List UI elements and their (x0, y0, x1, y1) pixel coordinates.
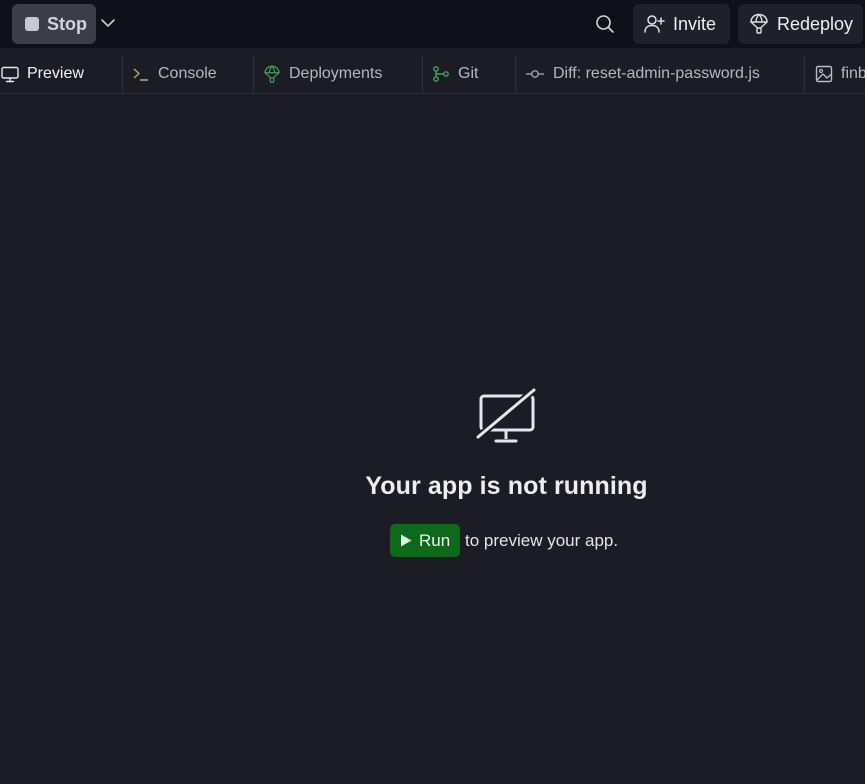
tab-label: Git (458, 65, 479, 82)
image-icon (815, 65, 833, 83)
run-button[interactable]: Run (390, 524, 460, 557)
git-branch-icon (433, 66, 449, 82)
search-icon[interactable] (594, 13, 616, 35)
stop-label: Stop (47, 13, 87, 34)
tab-label: finb (841, 65, 865, 82)
stop-square-icon (25, 17, 39, 31)
invite-label: Invite (673, 13, 717, 34)
person-add-icon (644, 15, 665, 33)
redeploy-label: Redeploy (777, 13, 854, 34)
balloon-icon (750, 13, 768, 34)
tab-deployments[interactable]: Deployments (254, 55, 423, 93)
redeploy-button[interactable]: Redeploy (738, 4, 863, 44)
tab-label: Deployments (289, 65, 383, 82)
tab-label: Preview (27, 65, 84, 82)
tab-label: Diff: reset-admin-password.js (553, 65, 760, 82)
invite-button[interactable]: Invite (633, 4, 730, 44)
tab-console[interactable]: Console (123, 55, 254, 93)
balloon-icon (264, 65, 280, 83)
monitor-off-icon (476, 388, 536, 443)
empty-state-title: Your app is not running (365, 472, 648, 500)
tab-git[interactable]: Git (423, 55, 516, 93)
monitor-icon (1, 66, 19, 82)
tab-preview[interactable]: Preview (0, 55, 123, 93)
terminal-icon (133, 68, 148, 81)
run-label: Run (419, 530, 451, 550)
tab-bar: Preview Console Deployments Git Diff: re… (0, 55, 865, 94)
play-icon (401, 534, 412, 547)
top-bar: Stop Invite Redeploy (0, 0, 865, 48)
run-hint-text: to preview your app. (465, 530, 619, 550)
run-instructions: Run to preview your app. (390, 524, 618, 557)
tab-label: Console (158, 65, 217, 82)
tab-diff[interactable]: Diff: reset-admin-password.js (516, 55, 805, 93)
chevron-down-icon[interactable] (99, 14, 117, 32)
commit-icon (526, 70, 544, 78)
stop-button[interactable]: Stop (12, 4, 96, 44)
tab-image-file[interactable]: finb (805, 55, 865, 93)
